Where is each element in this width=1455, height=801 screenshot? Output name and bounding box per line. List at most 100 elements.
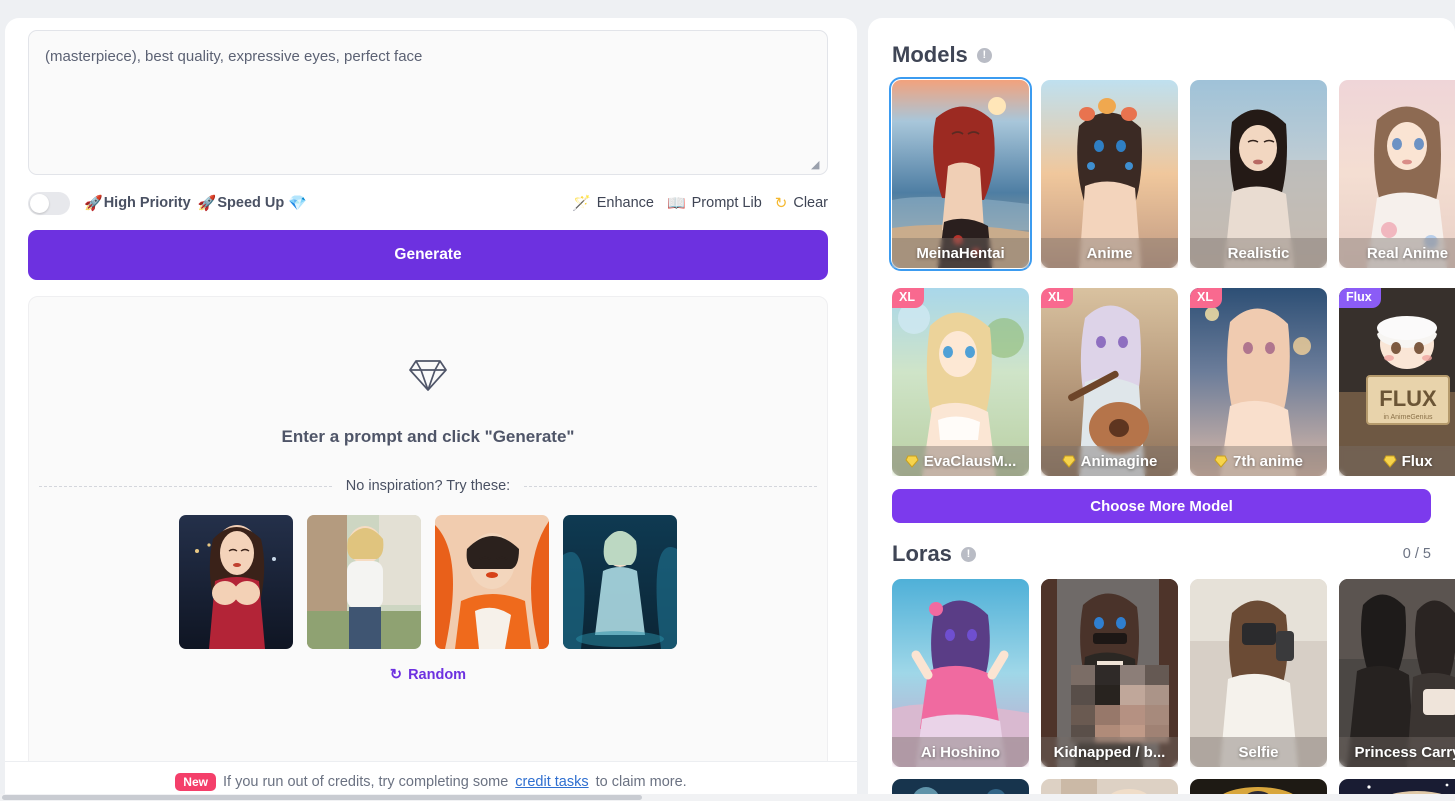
toolbar-left-group: 🚀 High Priority 🚀 Speed Up 💎	[84, 195, 307, 211]
model-card-animagine[interactable]: XL Animagine	[1041, 288, 1178, 476]
lora-name: Kidnapped / b...	[1053, 743, 1166, 761]
random-button[interactable]: ↻ Random	[29, 667, 827, 683]
model-tag-xl: XL	[1190, 288, 1222, 308]
gem-icon	[1214, 455, 1228, 468]
lora-card-kidnapped[interactable]: Kidnapped / b...	[1041, 579, 1178, 767]
divider-left	[39, 485, 332, 487]
lora-label: Kidnapped / b...	[1041, 737, 1178, 767]
model-label: Animagine	[1041, 446, 1178, 476]
lora-label: Princess Carry	[1339, 737, 1455, 767]
model-card-7th-anime[interactable]: XL 7th anime	[1190, 288, 1327, 476]
inspiration-thumb-3[interactable]	[435, 515, 549, 649]
censor-blur	[1071, 665, 1169, 743]
model-name: EvaClausM...	[923, 452, 1017, 470]
app-root: (masterpiece), best quality, expressive …	[0, 0, 1455, 801]
model-card-realistic[interactable]: Realistic	[1190, 80, 1327, 268]
model-card-evaclaus[interactable]: XL EvaClausM...	[892, 288, 1029, 476]
resize-handle-icon[interactable]: ◢	[811, 159, 823, 171]
speed-up-label: Speed Up	[217, 195, 285, 211]
choose-more-model-button[interactable]: Choose More Model	[892, 489, 1431, 523]
model-name: Realistic	[1227, 244, 1290, 262]
lora-label: Ai Hoshino	[892, 737, 1029, 767]
gem-icon	[1382, 455, 1397, 468]
svg-text:FLUX: FLUX	[1379, 386, 1437, 411]
model-label: Realistic	[1190, 238, 1327, 268]
model-name: Real Anime	[1366, 244, 1449, 262]
lora-card-selfie[interactable]: Selfie	[1190, 579, 1327, 767]
model-name: Animagine	[1080, 452, 1158, 470]
inspiration-label: No inspiration? Try these:	[345, 478, 511, 494]
toggle-knob	[30, 193, 49, 213]
clear-button[interactable]: ↻ Clear	[775, 195, 828, 211]
generate-button[interactable]: Generate	[28, 230, 828, 280]
right-panel: Models ! MeinaHentai Anime Realistic Rea…	[868, 18, 1455, 801]
generate-label: Generate	[394, 246, 462, 263]
gem-icon	[905, 455, 919, 468]
prompt-text: (masterpiece), best quality, expressive …	[45, 48, 423, 65]
credits-text-after: to claim more.	[595, 773, 687, 790]
model-name: Flux	[1401, 452, 1433, 470]
model-label: Anime	[1041, 238, 1178, 268]
inspiration-thumb-4[interactable]	[563, 515, 677, 649]
model-label: Real Anime	[1339, 238, 1455, 268]
high-priority-option[interactable]: 🚀 High Priority	[84, 195, 191, 211]
enhance-button[interactable]: 🪄 Enhance	[572, 195, 654, 211]
horizontal-scrollbar[interactable]	[0, 794, 1455, 801]
loras-header: Loras ! 0 / 5	[892, 539, 1431, 569]
lora-card-ai-hoshino[interactable]: Ai Hoshino	[892, 579, 1029, 767]
prompt-toolbar: 🚀 High Priority 🚀 Speed Up 💎 🪄 Enhance 📖…	[28, 186, 828, 220]
high-priority-label: High Priority	[103, 195, 191, 211]
divider-right	[524, 485, 818, 487]
toolbar-right-group: 🪄 Enhance 📖 Prompt Lib ↻ Clear	[572, 195, 828, 211]
lora-name: Selfie	[1238, 743, 1279, 761]
magic-wand-icon: 🪄	[572, 194, 591, 212]
rocket-icon: 🚀	[84, 194, 103, 212]
prompt-lib-button[interactable]: 📖 Prompt Lib	[667, 195, 762, 211]
prompt-lib-label: Prompt Lib	[691, 195, 762, 211]
model-card-anime[interactable]: Anime	[1041, 80, 1178, 268]
gem-icon	[1062, 455, 1076, 468]
rocket-icon: 🚀	[197, 194, 217, 212]
high-priority-toggle[interactable]	[28, 191, 70, 215]
clear-label: Clear	[793, 195, 828, 211]
inspiration-thumbnails	[29, 515, 827, 649]
scrollbar-thumb[interactable]	[2, 795, 642, 800]
loras-count: 0 / 5	[1402, 546, 1431, 562]
model-tag-flux: Flux	[1339, 288, 1381, 308]
svg-text:in AnimeGenius: in AnimeGenius	[1383, 414, 1433, 421]
model-card-real-anime[interactable]: Real Anime	[1339, 80, 1455, 268]
inspiration-thumb-2[interactable]	[307, 515, 421, 649]
model-name: MeinaHentai	[916, 244, 1005, 262]
result-empty-state: Enter a prompt and click "Generate" No i…	[28, 296, 828, 801]
left-panel: (masterpiece), best quality, expressive …	[5, 18, 857, 801]
book-icon: 📖	[666, 194, 686, 212]
prompt-input[interactable]: (masterpiece), best quality, expressive …	[28, 30, 828, 175]
gem-icon: 💎	[288, 194, 307, 212]
enhance-label: Enhance	[596, 195, 654, 211]
loras-grid: Ai Hoshino Kidnapped / b... Selfie Princ…	[892, 579, 1455, 767]
models-title: Models	[892, 42, 968, 67]
credit-tasks-link[interactable]: credit tasks	[515, 774, 588, 790]
models-grid: MeinaHentai Anime Realistic Real Anime X…	[889, 77, 1455, 476]
random-label: Random	[408, 667, 467, 683]
models-header: Models !	[892, 40, 1431, 70]
model-tag-xl: XL	[892, 288, 924, 308]
lora-card-princess-carry[interactable]: Princess Carry	[1339, 579, 1455, 767]
model-label: 7th anime	[1190, 446, 1327, 476]
loras-title: Loras	[892, 541, 952, 566]
lora-label: Selfie	[1190, 737, 1327, 767]
inspiration-thumb-1[interactable]	[179, 515, 293, 649]
speed-up-option[interactable]: 🚀 Speed Up 💎	[198, 195, 307, 211]
choose-more-model-label: Choose More Model	[1090, 497, 1233, 515]
info-icon[interactable]: !	[976, 47, 992, 63]
empty-state-title: Enter a prompt and click "Generate"	[281, 427, 575, 446]
model-name: 7th anime	[1232, 452, 1304, 470]
refresh-icon: ↻	[774, 194, 788, 212]
gem-outline-icon	[409, 360, 447, 391]
model-card-meinahentai[interactable]: MeinaHentai	[889, 77, 1032, 271]
info-icon[interactable]: !	[960, 546, 976, 562]
model-card-flux[interactable]: FLUX in AnimeGenius Flux Flux	[1339, 288, 1455, 476]
lora-name: Princess Carry	[1354, 743, 1455, 761]
lora-name: Ai Hoshino	[920, 743, 1001, 761]
model-label: EvaClausM...	[892, 446, 1029, 476]
